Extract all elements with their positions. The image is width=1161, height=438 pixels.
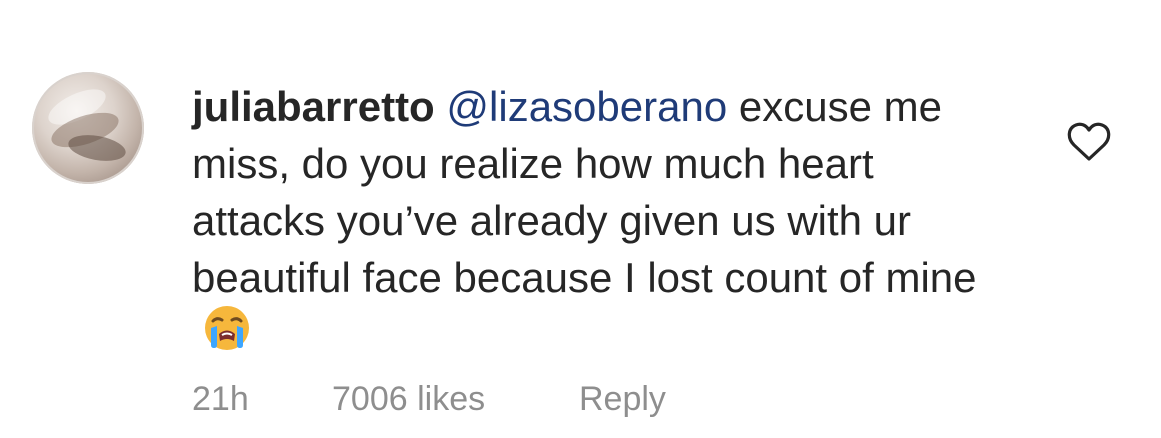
comment-mention[interactable]: @lizasoberano xyxy=(446,83,727,130)
reply-button[interactable]: Reply xyxy=(579,380,666,419)
heart-icon[interactable] xyxy=(1063,116,1115,168)
avatar[interactable] xyxy=(32,72,144,184)
comment-text: juliabarretto @lizasoberano excuse me mi… xyxy=(192,78,992,370)
comment-meta: 21h 7006 likes Reply xyxy=(192,378,666,420)
comment-item: juliabarretto @lizasoberano excuse me mi… xyxy=(0,0,1161,438)
avatar-image-shadow xyxy=(66,131,128,165)
comment-time: 21h xyxy=(192,379,249,418)
comment-username[interactable]: juliabarretto xyxy=(192,83,435,130)
comment-likes[interactable]: 7006 likes xyxy=(332,380,579,419)
crying-face-icon xyxy=(202,303,252,367)
